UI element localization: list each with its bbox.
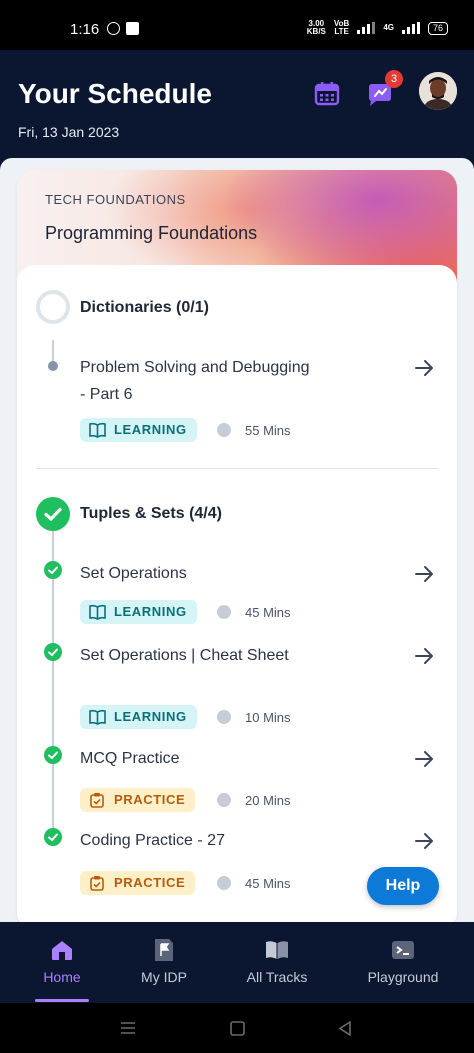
item-title[interactable]: MCQ Practice	[80, 745, 310, 772]
item-title[interactable]: Set Operations | Cheat Sheet	[80, 642, 310, 669]
learning-tag: LEARNING	[80, 705, 197, 729]
check-icon	[44, 643, 62, 661]
clipboard-icon	[90, 793, 104, 808]
nav-home[interactable]: Home	[18, 922, 106, 1003]
network-speed: 3.00 KB/S	[306, 19, 326, 36]
clock-icon	[217, 793, 231, 807]
signal-icon-2	[401, 22, 420, 34]
flag-document-icon	[155, 939, 173, 961]
page-date: Fri, 13 Jan 2023	[18, 124, 120, 140]
arrow-right-icon[interactable]	[413, 830, 435, 852]
duration: 45 Mins	[245, 876, 291, 891]
practice-tag: PRACTICE	[80, 871, 196, 895]
clock-icon	[217, 710, 231, 724]
page-title: Your Schedule	[18, 78, 212, 109]
status-bar: 1:16 3.00 KB/S VoB LTE 4G 76	[0, 0, 474, 50]
section-title: Tuples & Sets (4/4)	[80, 505, 222, 522]
avatar[interactable]	[419, 72, 457, 110]
nav-label: Playground	[367, 969, 439, 985]
item-title[interactable]: Coding Practice - 27	[80, 827, 310, 854]
book-icon	[89, 422, 106, 438]
section-divider	[36, 468, 438, 469]
app-root: 1:16 3.00 KB/S VoB LTE 4G 76 Your Schedu…	[0, 0, 474, 1053]
clock-icon	[217, 876, 231, 890]
arrow-right-icon[interactable]	[413, 563, 435, 585]
linkedin-icon	[126, 22, 139, 35]
item-dot-icon	[48, 361, 58, 371]
duration: 10 Mins	[245, 710, 291, 725]
book-icon	[89, 709, 106, 725]
check-icon	[44, 746, 62, 764]
nav-active-indicator	[35, 999, 89, 1002]
status-indicators: 3.00 KB/S VoB LTE 4G 76	[307, 20, 448, 36]
nav-label: Home	[43, 969, 81, 985]
terminal-icon	[392, 941, 414, 959]
volte-indicator: VoB LTE	[333, 19, 350, 36]
book-icon	[89, 604, 106, 620]
arrow-right-icon[interactable]	[413, 748, 435, 770]
nav-label: My IDP	[141, 969, 187, 985]
course-name: Programming Foundations	[45, 223, 258, 243]
network-type: 4G	[383, 23, 394, 32]
arrow-right-icon[interactable]	[413, 357, 435, 379]
pending-circle-icon	[36, 290, 70, 324]
section-title: Dictionaries (0/1)	[80, 299, 209, 316]
schedule-header: Your Schedule Fri, 13 Jan 2023 3	[0, 50, 474, 158]
duration: 45 Mins	[245, 605, 291, 620]
duration: 55 Mins	[245, 423, 291, 438]
nav-label: All Tracks	[246, 969, 308, 985]
check-circle-icon	[36, 497, 70, 531]
track-name: TECH FOUNDATIONS	[45, 192, 186, 207]
home-square-icon[interactable]	[230, 1021, 245, 1036]
nav-playground[interactable]: Playground	[354, 922, 452, 1003]
schedule-content[interactable]: TECH FOUNDATIONS Programming Foundations…	[0, 158, 474, 922]
status-notification-icons	[107, 22, 139, 35]
help-button[interactable]: Help	[367, 867, 439, 905]
book-icon	[266, 941, 288, 959]
signal-icon	[357, 22, 376, 34]
clock-icon	[217, 423, 231, 437]
check-icon	[44, 561, 62, 579]
clock-icon	[217, 605, 231, 619]
learning-tag: LEARNING	[80, 600, 197, 624]
status-time: 1:16	[70, 21, 100, 38]
course-card: TECH FOUNDATIONS Programming Foundations…	[17, 170, 457, 922]
check-icon	[44, 828, 62, 846]
course-card-body: Dictionaries (0/1) Problem Solving and D…	[17, 265, 457, 922]
whatsapp-icon	[107, 22, 120, 35]
learning-tag: LEARNING	[80, 418, 197, 442]
back-icon[interactable]	[338, 1021, 352, 1036]
practice-tag: PRACTICE	[80, 788, 196, 812]
item-title[interactable]: Set Operations	[80, 560, 310, 587]
menu-icon[interactable]	[120, 1020, 136, 1036]
nav-my-idp[interactable]: My IDP	[120, 922, 208, 1003]
duration: 20 Mins	[245, 793, 291, 808]
notification-badge: 3	[385, 70, 403, 88]
bottom-navigation: Home My IDP All Tracks Playground	[0, 922, 474, 1003]
nav-all-tracks[interactable]: All Tracks	[232, 922, 322, 1003]
clipboard-icon	[90, 876, 104, 891]
calendar-icon[interactable]	[314, 81, 340, 107]
arrow-right-icon[interactable]	[413, 645, 435, 667]
home-icon	[52, 941, 72, 960]
battery-icon: 76	[427, 21, 448, 35]
item-title[interactable]: Problem Solving and Debugging - Part 6	[80, 354, 310, 408]
system-navigation-bar	[0, 1003, 474, 1053]
